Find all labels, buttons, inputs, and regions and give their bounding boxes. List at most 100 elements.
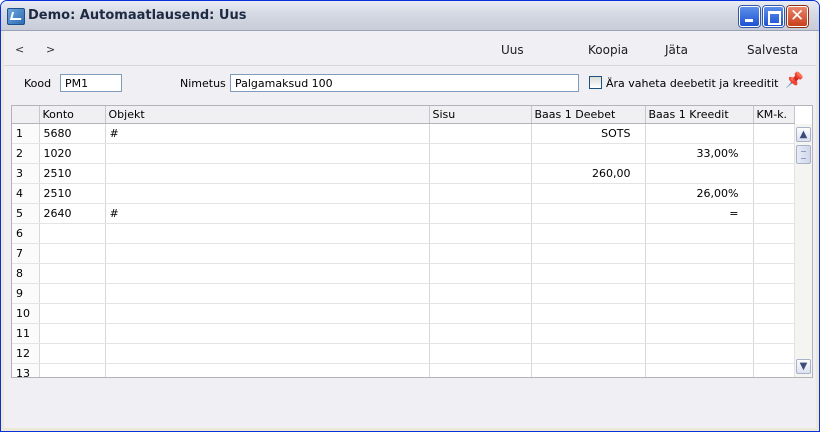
sisu-cell[interactable] (429, 343, 532, 364)
kreedit-cell[interactable] (645, 283, 754, 304)
column-header-sisu[interactable]: Sisu (429, 106, 532, 124)
scroll-down-arrow-icon[interactable]: ▼ (796, 359, 811, 374)
km-cell[interactable] (753, 223, 795, 244)
sisu-cell[interactable] (429, 283, 532, 304)
table-row[interactable]: 3 2510 260,00 (12, 163, 795, 184)
column-header-deebet[interactable]: Baas 1 Deebet (531, 106, 646, 124)
table-row[interactable]: 1 5680 # SOTS (12, 123, 795, 144)
kreedit-cell[interactable] (645, 303, 754, 324)
konto-cell[interactable] (39, 343, 106, 364)
konto-cell[interactable] (39, 303, 106, 324)
km-cell[interactable] (753, 143, 795, 164)
scrollbar-thumb[interactable] (796, 145, 811, 164)
sisu-cell[interactable] (429, 183, 532, 204)
column-header-kreedit[interactable]: Baas 1 Kreedit (645, 106, 754, 124)
km-cell[interactable] (753, 123, 795, 144)
deebet-cell[interactable] (531, 283, 646, 304)
kreedit-cell[interactable] (645, 343, 754, 364)
kreedit-cell[interactable] (645, 263, 754, 284)
table-row[interactable]: 2 1020 33,00% (12, 143, 795, 164)
column-header-km[interactable]: KM-k. (753, 106, 795, 124)
deebet-cell[interactable]: 260,00 (531, 163, 646, 184)
konto-cell[interactable]: 5680 (39, 123, 106, 144)
kreedit-cell[interactable]: 26,00% (645, 183, 754, 204)
table-row[interactable]: 4 2510 26,00% (12, 183, 795, 204)
sisu-cell[interactable] (429, 303, 532, 324)
konto-cell[interactable]: 2510 (39, 183, 106, 204)
konto-cell[interactable]: 2510 (39, 163, 106, 184)
konto-cell[interactable]: 2640 (39, 203, 106, 224)
objekt-cell[interactable]: # (105, 203, 430, 224)
code-field[interactable]: PM1 (60, 74, 122, 92)
copy-button[interactable]: Koopia (588, 43, 628, 57)
konto-cell[interactable]: 1020 (39, 143, 106, 164)
title-bar[interactable]: Demo: Automaatlausend: Uus ✕ (1, 1, 819, 31)
column-header-objekt[interactable]: Objekt (105, 106, 430, 124)
deebet-cell[interactable] (531, 183, 646, 204)
objekt-cell[interactable] (105, 343, 430, 364)
deebet-cell[interactable] (531, 303, 646, 324)
sisu-cell[interactable] (429, 163, 532, 184)
kreedit-cell[interactable] (645, 123, 754, 144)
sisu-cell[interactable] (429, 323, 532, 344)
km-cell[interactable] (753, 263, 795, 284)
table-row[interactable]: 5 2640 # = (12, 203, 795, 224)
maximize-button[interactable] (763, 6, 784, 27)
new-button[interactable]: Uus (501, 43, 524, 57)
save-button[interactable]: Salvesta (747, 43, 798, 57)
objekt-cell[interactable] (105, 263, 430, 284)
previous-record-button[interactable]: < (15, 43, 24, 56)
kreedit-cell[interactable] (645, 223, 754, 244)
km-cell[interactable] (753, 203, 795, 224)
kreedit-cell[interactable]: = (645, 203, 754, 224)
km-cell[interactable] (753, 163, 795, 184)
kreedit-cell[interactable]: 33,00% (645, 143, 754, 164)
objekt-cell[interactable] (105, 223, 430, 244)
objekt-cell[interactable]: # (105, 123, 430, 144)
konto-cell[interactable] (39, 223, 106, 244)
km-cell[interactable] (753, 183, 795, 204)
cancel-button[interactable]: Jäta (665, 43, 688, 57)
deebet-cell[interactable] (531, 323, 646, 344)
table-row[interactable]: 12 (12, 343, 795, 364)
app-icon[interactable] (7, 8, 25, 25)
deebet-cell[interactable] (531, 243, 646, 264)
deebet-cell[interactable] (531, 203, 646, 224)
table-row[interactable]: 10 (12, 303, 795, 324)
objekt-cell[interactable] (105, 183, 430, 204)
table-row[interactable]: 6 (12, 223, 795, 244)
objekt-cell[interactable] (105, 283, 430, 304)
pushpin-icon[interactable]: 📌 (785, 71, 804, 89)
objekt-cell[interactable] (105, 243, 430, 264)
km-cell[interactable] (753, 343, 795, 364)
minimize-button[interactable] (739, 6, 760, 27)
deebet-cell[interactable] (531, 343, 646, 364)
objekt-cell[interactable] (105, 323, 430, 344)
konto-cell[interactable] (39, 283, 106, 304)
sisu-cell[interactable] (429, 203, 532, 224)
konto-cell[interactable] (39, 363, 106, 377)
konto-cell[interactable] (39, 263, 106, 284)
sisu-cell[interactable] (429, 143, 532, 164)
column-header-konto[interactable]: Konto (39, 106, 106, 124)
sisu-cell[interactable] (429, 123, 532, 144)
kreedit-cell[interactable] (645, 243, 754, 264)
table-row[interactable]: 13 (12, 363, 795, 377)
km-cell[interactable] (753, 283, 795, 304)
swap-debit-credit-label[interactable]: Ära vaheta deebetit ja kreeditit (606, 77, 778, 90)
deebet-cell[interactable]: SOTS (531, 123, 646, 144)
table-row[interactable]: 7 (12, 243, 795, 264)
close-button[interactable]: ✕ (787, 6, 808, 27)
objekt-cell[interactable] (105, 363, 430, 377)
table-row[interactable]: 9 (12, 283, 795, 304)
kreedit-cell[interactable] (645, 163, 754, 184)
scroll-up-arrow-icon[interactable]: ▲ (796, 127, 811, 142)
objekt-cell[interactable] (105, 163, 430, 184)
vertical-scrollbar[interactable]: ▲ ▼ (794, 124, 812, 377)
kreedit-cell[interactable] (645, 363, 754, 377)
deebet-cell[interactable] (531, 263, 646, 284)
sisu-cell[interactable] (429, 363, 532, 377)
sisu-cell[interactable] (429, 243, 532, 264)
km-cell[interactable] (753, 243, 795, 264)
km-cell[interactable] (753, 363, 795, 377)
